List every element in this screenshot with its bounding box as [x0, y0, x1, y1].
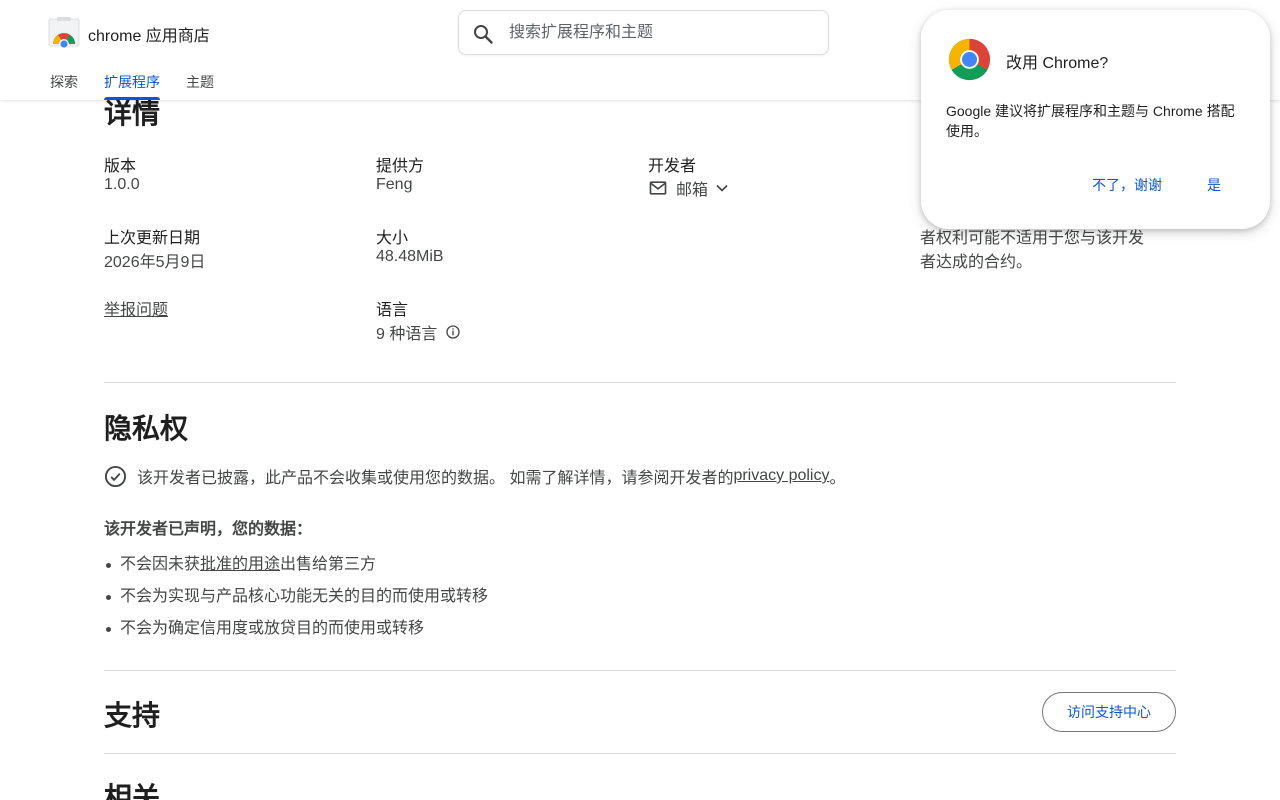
developer-email-label: 邮箱	[676, 182, 709, 199]
size-value: 48.48MiB	[376, 248, 444, 265]
info-icon[interactable]	[445, 324, 461, 340]
chevron-down-icon	[716, 184, 728, 192]
version-label: 版本	[104, 158, 137, 175]
accept-button[interactable]: 是	[1207, 175, 1221, 195]
list-item: 不会为实现与产品核心功能无关的目的而使用或转移	[104, 584, 488, 616]
search-input[interactable]	[509, 21, 809, 45]
provider-label: 提供方	[376, 158, 425, 175]
developer-label: 开发者	[648, 158, 697, 175]
chrome-logo-icon	[948, 38, 991, 81]
tab-themes[interactable]: 主题	[186, 72, 214, 100]
language-value-row: 9 种语言	[376, 320, 461, 344]
check-circle-icon	[104, 465, 127, 487]
divider	[104, 753, 1176, 754]
related-title: 相关	[104, 782, 161, 800]
privacy-title: 隐私权	[104, 413, 189, 444]
size-label: 大小	[376, 230, 409, 247]
version-value: 1.0.0	[104, 176, 140, 193]
visit-support-center-button[interactable]: 访问支持中心	[1042, 692, 1176, 732]
tab-extensions[interactable]: 扩展程序	[104, 72, 160, 100]
updated-label: 上次更新日期	[104, 230, 201, 247]
decline-button[interactable]: 不了，谢谢	[1092, 175, 1162, 195]
developer-email-dropdown[interactable]: 邮箱	[648, 176, 732, 200]
privacy-statement-prefix: 该开发者已披露，此产品不会收集或使用您的数据。 如需了解详情，请参阅开发者的	[137, 470, 734, 487]
support-title: 支持	[104, 700, 161, 731]
dialog-title: 改用 Chrome?	[1006, 55, 1109, 72]
declared-list: 不会因未获批准的用途出售给第三方 不会为实现与产品核心功能无关的目的而使用或转移…	[104, 552, 488, 648]
bullet1-suffix: 出售给第三方	[280, 556, 377, 573]
privacy-statement-suffix: 。	[829, 470, 846, 487]
report-issue-link[interactable]: 举报问题	[104, 296, 168, 320]
language-value: 9 种语言	[376, 326, 438, 343]
mail-icon	[649, 181, 667, 195]
divider	[104, 382, 1176, 383]
approved-use-link[interactable]: 批准的用途	[200, 556, 280, 573]
web-store-logo-icon[interactable]	[48, 16, 80, 48]
updated-value: 2026年5月9日	[104, 254, 206, 271]
search-box[interactable]	[458, 10, 829, 55]
privacy-statement: 该开发者已披露，此产品不会收集或使用您的数据。 如需了解详情，请参阅开发者的 pr…	[104, 464, 846, 488]
bullet1-prefix: 不会因未获	[120, 556, 201, 573]
dialog-body: Google 建议将扩展程序和主题与 Chrome 搭配使用。	[946, 103, 1235, 139]
declared-heading: 该开发者已声明，您的数据：	[104, 521, 313, 538]
switch-to-chrome-dialog: 改用 Chrome? Google 建议将扩展程序和主题与 Chrome 搭配使…	[921, 10, 1270, 229]
tab-discover[interactable]: 探索	[50, 72, 78, 100]
privacy-policy-link[interactable]: privacy policy	[733, 467, 829, 485]
language-label: 语言	[376, 302, 409, 319]
nav-tabs: 探索 扩展程序 主题	[50, 72, 240, 100]
provider-value: Feng	[376, 176, 413, 193]
list-item: 不会为确定信用度或放贷目的而使用或转移	[104, 616, 488, 648]
trader-note-line2: 者达成的合约。	[920, 254, 1033, 271]
search-icon[interactable]	[471, 22, 495, 46]
divider	[104, 670, 1176, 671]
brand-name[interactable]: chrome 应用商店	[88, 22, 210, 46]
list-item: 不会因未获批准的用途出售给第三方	[104, 552, 488, 584]
